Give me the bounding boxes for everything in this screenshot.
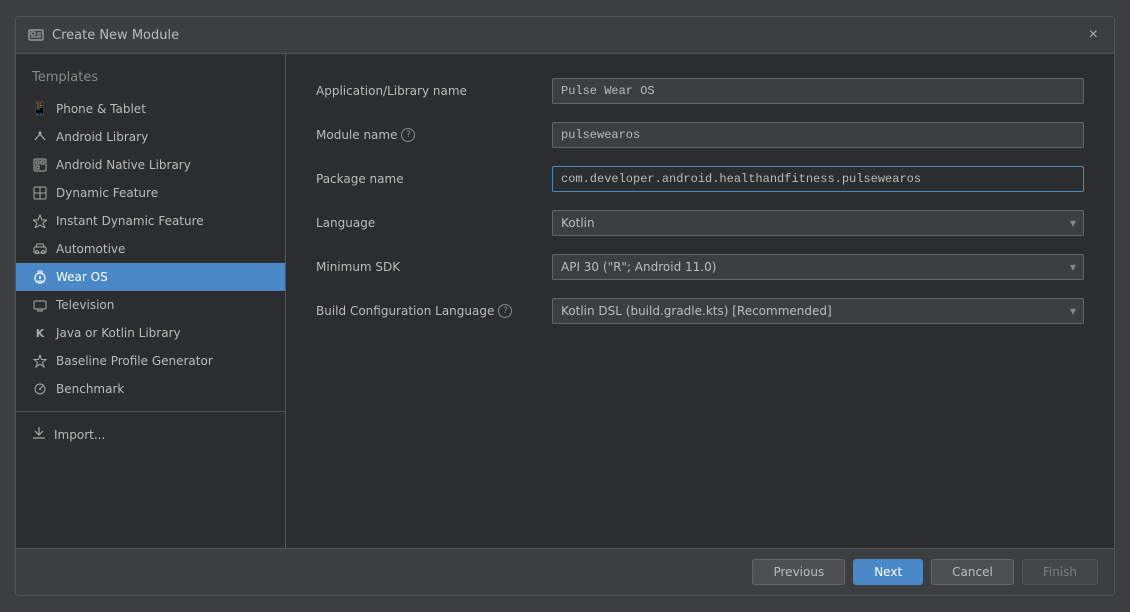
sidebar-item-automotive[interactable]: Automotive — [16, 235, 285, 263]
benchmark-icon — [32, 381, 48, 397]
main-content: Application/Library name Module name ? P… — [286, 54, 1114, 548]
television-icon — [32, 297, 48, 313]
module-icon — [28, 27, 44, 43]
sidebar-item-phone-tablet[interactable]: 📱 Phone & Tablet — [16, 95, 285, 123]
sidebar-item-label: Automotive — [56, 242, 125, 256]
sidebar-item-android-library[interactable]: Android Library — [16, 123, 285, 151]
app-name-row: Application/Library name — [316, 78, 1084, 104]
java-kotlin-icon: K — [32, 325, 48, 341]
package-name-row: Package name — [316, 166, 1084, 192]
instant-dynamic-feature-icon — [32, 213, 48, 229]
language-row: Language Kotlin Java — [316, 210, 1084, 236]
module-name-input[interactable] — [552, 122, 1084, 148]
package-name-input[interactable] — [552, 166, 1084, 192]
native-library-icon — [32, 157, 48, 173]
automotive-icon — [32, 241, 48, 257]
next-button[interactable]: Next — [853, 559, 923, 585]
min-sdk-label: Minimum SDK — [316, 260, 536, 274]
package-name-control — [552, 166, 1084, 192]
android-library-icon — [32, 129, 48, 145]
wear-os-icon — [32, 269, 48, 285]
close-button[interactable]: × — [1085, 25, 1102, 45]
min-sdk-select[interactable]: API 30 ("R"; Android 11.0) API 29 ("Q"; … — [552, 254, 1084, 280]
dialog-body: Templates 📱 Phone & Tablet Android Libra… — [16, 54, 1114, 548]
sidebar-item-android-native-library[interactable]: Android Native Library — [16, 151, 285, 179]
sidebar-item-baseline-profile[interactable]: Baseline Profile Generator — [16, 347, 285, 375]
sidebar-item-label: Benchmark — [56, 382, 124, 396]
language-select[interactable]: Kotlin Java — [552, 210, 1084, 236]
language-label: Language — [316, 216, 536, 230]
sidebar: Templates 📱 Phone & Tablet Android Libra… — [16, 54, 286, 548]
module-name-help-icon[interactable]: ? — [401, 128, 415, 142]
language-select-wrapper: Kotlin Java — [552, 210, 1084, 236]
create-module-dialog: Create New Module × Templates 📱 Phone & … — [15, 16, 1115, 596]
build-config-label: Build Configuration Language ? — [316, 304, 536, 318]
import-label: Import... — [54, 428, 105, 442]
dialog-titlebar: Create New Module × — [16, 17, 1114, 54]
import-icon — [32, 426, 46, 443]
sidebar-item-instant-dynamic-feature[interactable]: Instant Dynamic Feature — [16, 207, 285, 235]
cancel-button[interactable]: Cancel — [931, 559, 1014, 585]
app-name-label: Application/Library name — [316, 84, 536, 98]
build-config-select[interactable]: Kotlin DSL (build.gradle.kts) [Recommend… — [552, 298, 1084, 324]
app-name-control — [552, 78, 1084, 104]
sidebar-import[interactable]: Import... — [16, 420, 285, 449]
package-name-label: Package name — [316, 172, 536, 186]
dialog-title: Create New Module — [52, 28, 179, 43]
sidebar-item-label: Baseline Profile Generator — [56, 354, 213, 368]
sidebar-item-dynamic-feature[interactable]: Dynamic Feature — [16, 179, 285, 207]
sidebar-item-label: Java or Kotlin Library — [56, 326, 181, 340]
module-name-control — [552, 122, 1084, 148]
title-left: Create New Module — [28, 27, 179, 43]
sidebar-item-television[interactable]: Television — [16, 291, 285, 319]
baseline-profile-icon — [32, 353, 48, 369]
build-config-help-icon[interactable]: ? — [498, 304, 512, 318]
dynamic-feature-icon — [32, 185, 48, 201]
sidebar-item-label: Instant Dynamic Feature — [56, 214, 204, 228]
sidebar-item-wear-os[interactable]: Wear OS — [16, 263, 285, 291]
sidebar-item-label: Wear OS — [56, 270, 108, 284]
sidebar-item-java-kotlin-library[interactable]: K Java or Kotlin Library — [16, 319, 285, 347]
finish-button[interactable]: Finish — [1022, 559, 1098, 585]
sidebar-item-label: Phone & Tablet — [56, 102, 146, 116]
sidebar-item-label: Android Native Library — [56, 158, 191, 172]
sidebar-divider — [16, 411, 285, 412]
sidebar-section-label: Templates — [16, 64, 285, 95]
module-name-label: Module name ? — [316, 128, 536, 142]
sidebar-item-label: Television — [56, 298, 114, 312]
sidebar-item-benchmark[interactable]: Benchmark — [16, 375, 285, 403]
dialog-footer: Previous Next Cancel Finish — [16, 548, 1114, 595]
build-config-row: Build Configuration Language ? Kotlin DS… — [316, 298, 1084, 324]
build-config-select-wrapper: Kotlin DSL (build.gradle.kts) [Recommend… — [552, 298, 1084, 324]
sidebar-item-label: Android Library — [56, 130, 148, 144]
module-name-row: Module name ? — [316, 122, 1084, 148]
min-sdk-row: Minimum SDK API 30 ("R"; Android 11.0) A… — [316, 254, 1084, 280]
phone-tablet-icon: 📱 — [32, 101, 48, 117]
min-sdk-select-wrapper: API 30 ("R"; Android 11.0) API 29 ("Q"; … — [552, 254, 1084, 280]
sidebar-item-label: Dynamic Feature — [56, 186, 158, 200]
previous-button[interactable]: Previous — [752, 559, 845, 585]
app-name-input[interactable] — [552, 78, 1084, 104]
